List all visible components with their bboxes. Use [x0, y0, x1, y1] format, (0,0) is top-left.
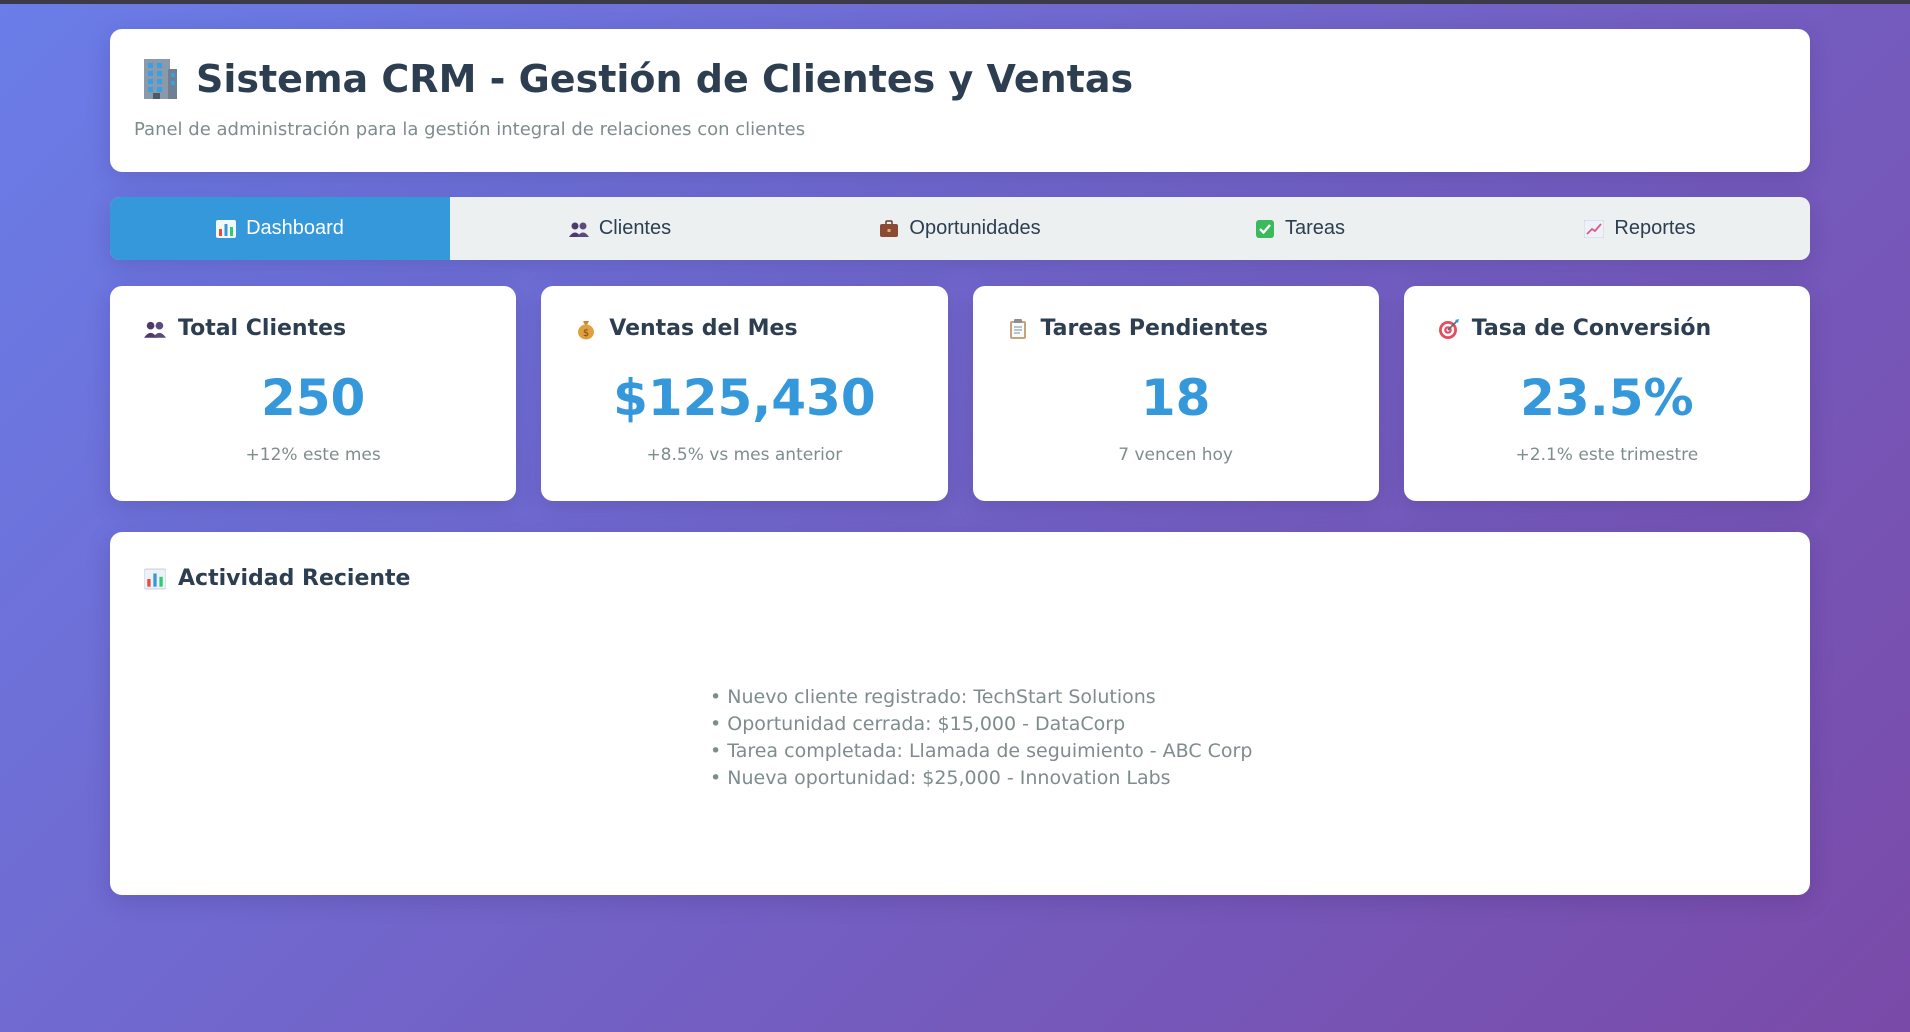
stat-cards: Total Clientes 250 +12% este mes $ Venta…: [110, 286, 1810, 501]
tab-tareas[interactable]: Tareas: [1130, 197, 1470, 260]
card-subtext: +2.1% este trimestre: [1515, 445, 1699, 465]
page-title: Sistema CRM - Gestión de Clientes y Vent…: [196, 57, 1134, 101]
tab-reportes[interactable]: Reportes: [1470, 197, 1810, 260]
card-subtext: +12% este mes: [245, 445, 381, 465]
tab-dashboard[interactable]: Dashboard: [110, 197, 450, 260]
tab-label: Oportunidades: [909, 217, 1041, 239]
recent-activity-panel: Actividad Reciente • Nuevo cliente regis…: [110, 532, 1810, 895]
card-value: 250: [260, 369, 366, 427]
stat-card-ventas-mes: $ Ventas del Mes $125,430 +8.5% vs mes a…: [541, 286, 948, 501]
target-icon: [1438, 318, 1460, 340]
list-item: • Nueva oportunidad: $25,000 - Innovatio…: [710, 767, 1171, 789]
page-header: Sistema CRM - Gestión de Clientes y Vent…: [110, 29, 1810, 172]
activity-list: • Nuevo cliente registrado: TechStart So…: [710, 684, 1252, 792]
users-icon: [568, 220, 589, 238]
card-value: 18: [1140, 369, 1211, 427]
bar-chart-icon: [216, 219, 237, 238]
stat-card-total-clientes: Total Clientes 250 +12% este mes: [110, 286, 517, 501]
tab-clientes[interactable]: Clientes: [450, 197, 790, 260]
briefcase-icon: [879, 219, 899, 238]
card-header: Total Clientes: [144, 316, 482, 341]
users-icon: [144, 318, 166, 340]
activity-title: Actividad Reciente: [178, 566, 411, 591]
card-subtext: +8.5% vs mes anterior: [646, 445, 843, 465]
list-item: • Tarea completada: Llamada de seguimien…: [710, 740, 1253, 762]
window-top-bar: [0, 0, 1910, 4]
activity-header: Actividad Reciente: [143, 566, 1776, 591]
clipboard-icon: [1007, 318, 1029, 340]
stat-card-tareas-pendientes: Tareas Pendientes 18 7 vencen hoy: [972, 286, 1379, 501]
bar-chart-icon: [143, 568, 167, 590]
tab-label: Tareas: [1284, 217, 1346, 239]
header-title-row: Sistema CRM - Gestión de Clientes y Vent…: [140, 57, 1780, 101]
card-value: 23.5%: [1520, 369, 1694, 427]
main-tabs: Dashboard Clientes Oportunidades Tareas …: [110, 197, 1810, 260]
check-icon: [1255, 219, 1275, 238]
list-item: • Oportunidad cerrada: $15,000 - DataCor…: [710, 713, 1126, 735]
card-header: Tasa de Conversión: [1438, 316, 1776, 341]
tab-label: Reportes: [1614, 217, 1696, 239]
card-title: Ventas del Mes: [609, 316, 798, 341]
tab-label: Dashboard: [246, 217, 344, 239]
stat-card-tasa-conversion: Tasa de Conversión 23.5% +2.1% este trim…: [1403, 286, 1810, 501]
svg-text:$: $: [583, 328, 589, 339]
money-bag-icon: $: [575, 318, 597, 340]
card-header: $ Ventas del Mes: [575, 316, 913, 341]
tab-oportunidades[interactable]: Oportunidades: [790, 197, 1130, 260]
tab-label: Clientes: [598, 217, 672, 239]
card-header: Tareas Pendientes: [1007, 316, 1345, 341]
card-subtext: 7 vencen hoy: [1118, 445, 1233, 465]
list-item: • Nuevo cliente registrado: TechStart So…: [710, 686, 1156, 708]
card-value: $125,430: [613, 369, 876, 427]
card-title: Total Clientes: [178, 316, 347, 341]
trend-chart-icon: [1583, 219, 1605, 238]
building-icon: [140, 57, 180, 101]
card-title: Tareas Pendientes: [1040, 316, 1269, 341]
card-title: Tasa de Conversión: [1471, 316, 1712, 341]
page-subtitle: Panel de administración para la gestión …: [134, 119, 806, 140]
